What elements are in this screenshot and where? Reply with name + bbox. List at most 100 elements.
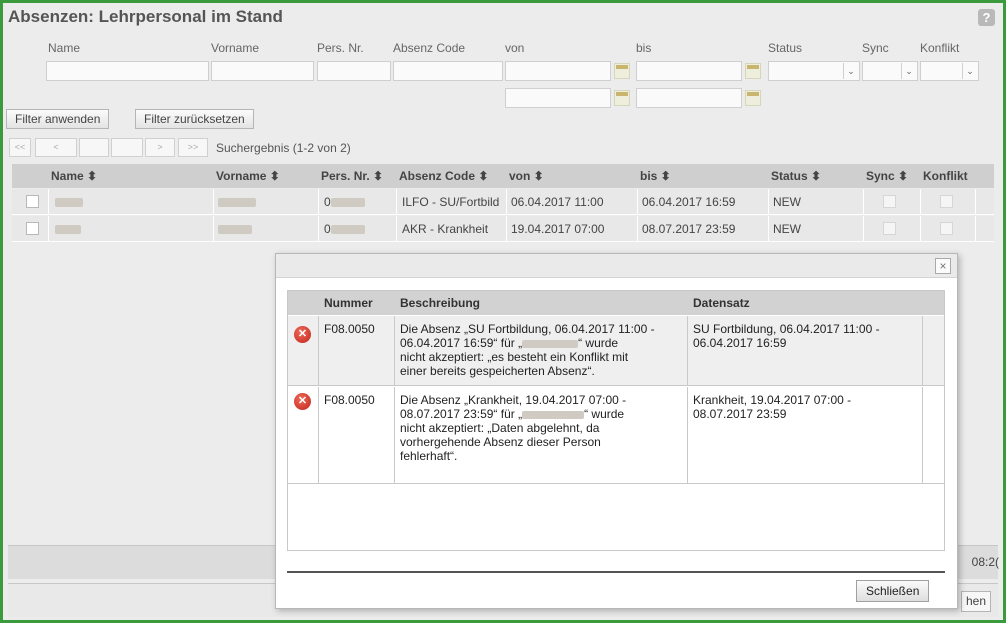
message-row: ✕ F08.0050 Die Absenz „SU Fortbildung, 0… (288, 316, 944, 386)
message-datensatz: Krankheit, 19.04.2017 07:00 - 08.07.2017… (693, 393, 852, 421)
cell-absenz-code: ILFO - SU/Fortbild (402, 195, 500, 209)
column-divider (975, 216, 976, 241)
col-header-absenz-code[interactable]: Absenz Code ⬍ (399, 169, 488, 183)
chevron-down-icon: ⌄ (962, 63, 977, 79)
error-icon: ✕ (294, 393, 311, 410)
bis-to-calendar-icon[interactable] (745, 90, 761, 106)
message-datensatz: SU Fortbildung, 06.04.2017 11:00 - 06.04… (693, 322, 880, 350)
col-header-sync[interactable]: Sync ⬍ (866, 169, 908, 183)
col-header-pers-nr[interactable]: Pers. Nr. ⬍ (321, 169, 383, 183)
column-divider (396, 189, 397, 214)
col-header-bis[interactable]: bis ⬍ (640, 169, 671, 183)
filter-label-status: Status (768, 41, 803, 55)
cell-bis: 08.07.2017 23:59 (642, 222, 736, 236)
sync-checkbox (883, 222, 896, 235)
close-icon[interactable]: × (935, 258, 951, 274)
column-divider (213, 189, 214, 214)
column-divider (975, 189, 976, 214)
page-title: Absenzen: Lehrpersonal im Stand (8, 7, 283, 26)
column-divider (922, 316, 923, 385)
column-divider (318, 216, 319, 241)
konflikt-select[interactable]: ⌄ (920, 61, 979, 81)
col-header-beschreibung: Beschreibung (400, 296, 481, 310)
cell-name-redacted (55, 222, 81, 236)
column-divider (506, 216, 507, 241)
filter-label-vorname: Vorname (211, 41, 260, 55)
pager-next-button[interactable]: > (145, 138, 175, 157)
filter-label-pers-nr: Pers. Nr. (317, 41, 364, 55)
cell-bis: 06.04.2017 16:59 (642, 195, 736, 209)
vorname-filter-input[interactable] (211, 61, 314, 81)
cell-vorname-redacted (218, 195, 256, 209)
column-divider (920, 216, 921, 241)
apply-filter-button[interactable]: Filter anwenden (6, 109, 110, 129)
column-divider (687, 387, 688, 483)
column-divider (318, 387, 319, 483)
pager-last-button[interactable]: >> (178, 138, 208, 157)
column-divider (768, 216, 769, 241)
von-from-calendar-icon[interactable] (614, 63, 630, 79)
message-nummer: F08.0050 (324, 322, 375, 336)
column-divider (48, 216, 49, 241)
absenz-code-filter-input[interactable] (393, 61, 503, 81)
sync-select[interactable]: ⌄ (862, 61, 918, 81)
table-row[interactable]: 0 AKR - Krankheit 19.04.2017 07:00 08.07… (12, 216, 994, 242)
col-header-status[interactable]: Status ⬍ (771, 169, 821, 183)
cell-status: NEW (773, 195, 801, 209)
message-row: ✕ F08.0050 Die Absenz „Krankheit, 19.04.… (288, 387, 944, 484)
reset-filter-button[interactable]: Filter zurücksetzen (135, 109, 254, 129)
col-header-konflikt[interactable]: Konflikt (923, 169, 968, 183)
timestamp-fragment: 08:2( (971, 555, 999, 569)
bis-to-input[interactable] (636, 88, 742, 108)
col-header-datensatz: Datensatz (693, 296, 750, 310)
help-icon[interactable]: ? (978, 9, 995, 26)
dialog-titlebar: × (276, 254, 957, 278)
cell-pers-nr: 0 (324, 195, 365, 209)
column-divider (318, 189, 319, 214)
pager-prev-button[interactable]: < (35, 138, 77, 157)
column-divider (506, 189, 507, 214)
cell-pers-nr: 0 (324, 222, 365, 236)
column-divider (637, 189, 638, 214)
column-divider (394, 316, 395, 385)
column-divider (318, 316, 319, 385)
bis-from-calendar-icon[interactable] (745, 63, 761, 79)
row-checkbox[interactable] (26, 195, 39, 208)
von-from-input[interactable] (505, 61, 611, 81)
status-select[interactable]: ⌄ (768, 61, 860, 81)
message-table: Nummer Beschreibung Datensatz ✕ F08.0050… (287, 290, 945, 551)
cell-von: 19.04.2017 07:00 (511, 222, 605, 236)
filter-label-name: Name (48, 41, 81, 55)
error-dialog: × Nummer Beschreibung Datensatz ✕ F08.00… (275, 253, 958, 609)
table-row[interactable]: 0 ILFO - SU/Fortbild 06.04.2017 11:00 06… (12, 189, 994, 215)
close-button[interactable]: Schließen (856, 580, 930, 602)
row-checkbox[interactable] (26, 222, 39, 235)
name-filter-input[interactable] (46, 61, 209, 81)
von-to-input[interactable] (505, 88, 611, 108)
col-header-von[interactable]: von ⬍ (509, 169, 544, 183)
column-divider (687, 316, 688, 385)
background-button-fragment[interactable]: hen (960, 591, 991, 612)
pers-nr-filter-input[interactable] (317, 61, 391, 81)
von-to-calendar-icon[interactable] (614, 90, 630, 106)
bis-from-input[interactable] (636, 61, 742, 81)
chevron-down-icon: ⌄ (843, 63, 858, 79)
cell-absenz-code: AKR - Krankheit (402, 222, 489, 236)
cell-status: NEW (773, 222, 801, 236)
pager-page-input[interactable] (79, 138, 109, 157)
message-nummer: F08.0050 (324, 393, 375, 407)
konflikt-checkbox (940, 195, 953, 208)
column-divider (768, 189, 769, 214)
cell-vorname-redacted (218, 222, 252, 236)
pager-page-count (111, 138, 143, 157)
message-beschreibung: Die Absenz „SU Fortbildung, 06.04.2017 1… (400, 322, 655, 378)
chevron-down-icon: ⌄ (901, 63, 916, 79)
grid-header: Name ⬍ Vorname ⬍ Pers. Nr. ⬍ Absenz Code… (12, 164, 994, 188)
message-table-header: Nummer Beschreibung Datensatz (288, 291, 944, 315)
column-divider (863, 216, 864, 241)
filter-label-sync: Sync (862, 41, 889, 55)
pager-first-button[interactable]: << (9, 138, 31, 157)
filter-label-von: von (505, 41, 525, 55)
col-header-name[interactable]: Name ⬍ (51, 169, 97, 183)
col-header-vorname[interactable]: Vorname ⬍ (216, 169, 280, 183)
